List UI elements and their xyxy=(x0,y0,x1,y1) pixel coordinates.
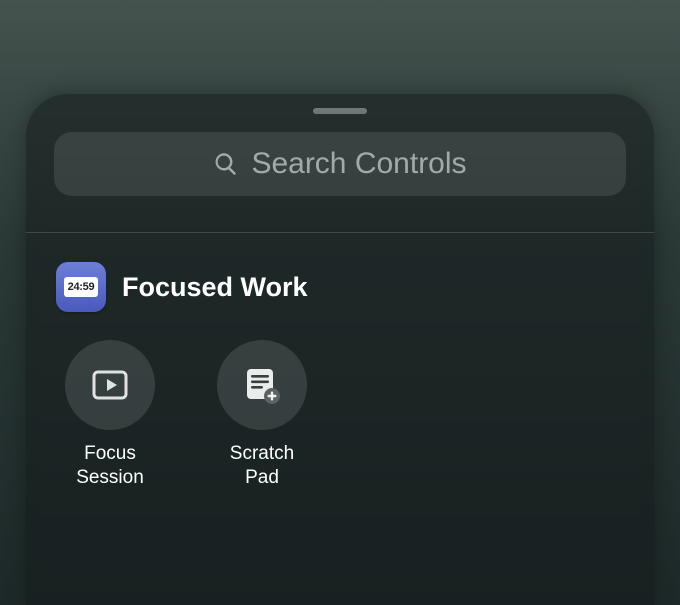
divider xyxy=(26,232,654,233)
note-add-icon xyxy=(239,362,285,408)
sheet-grabber[interactable] xyxy=(313,108,367,114)
play-in-frame-icon xyxy=(88,363,132,407)
control-button[interactable] xyxy=(65,340,155,430)
section-header: 24:59 Focused Work xyxy=(56,262,624,312)
control-button[interactable] xyxy=(217,340,307,430)
control-label: Scratch Pad xyxy=(230,442,294,490)
search-placeholder: Search Controls xyxy=(251,147,466,181)
control-scratch-pad[interactable]: Scratch Pad xyxy=(212,340,312,490)
search-field[interactable]: Search Controls xyxy=(54,132,626,196)
control-focus-session[interactable]: Focus Session xyxy=(60,340,160,490)
app-icon-focused-work: 24:59 xyxy=(56,262,106,312)
controls-gallery-sheet: Search Controls 24:59 Focused Work Focus… xyxy=(26,94,654,605)
controls-row: Focus Session Scratch Pad xyxy=(56,340,624,490)
section-title: Focused Work xyxy=(122,272,308,303)
app-icon-timer-text: 24:59 xyxy=(64,277,98,297)
control-label: Focus Session xyxy=(76,442,144,490)
search-icon xyxy=(213,151,239,177)
app-section: 24:59 Focused Work Focus Session xyxy=(56,262,624,490)
